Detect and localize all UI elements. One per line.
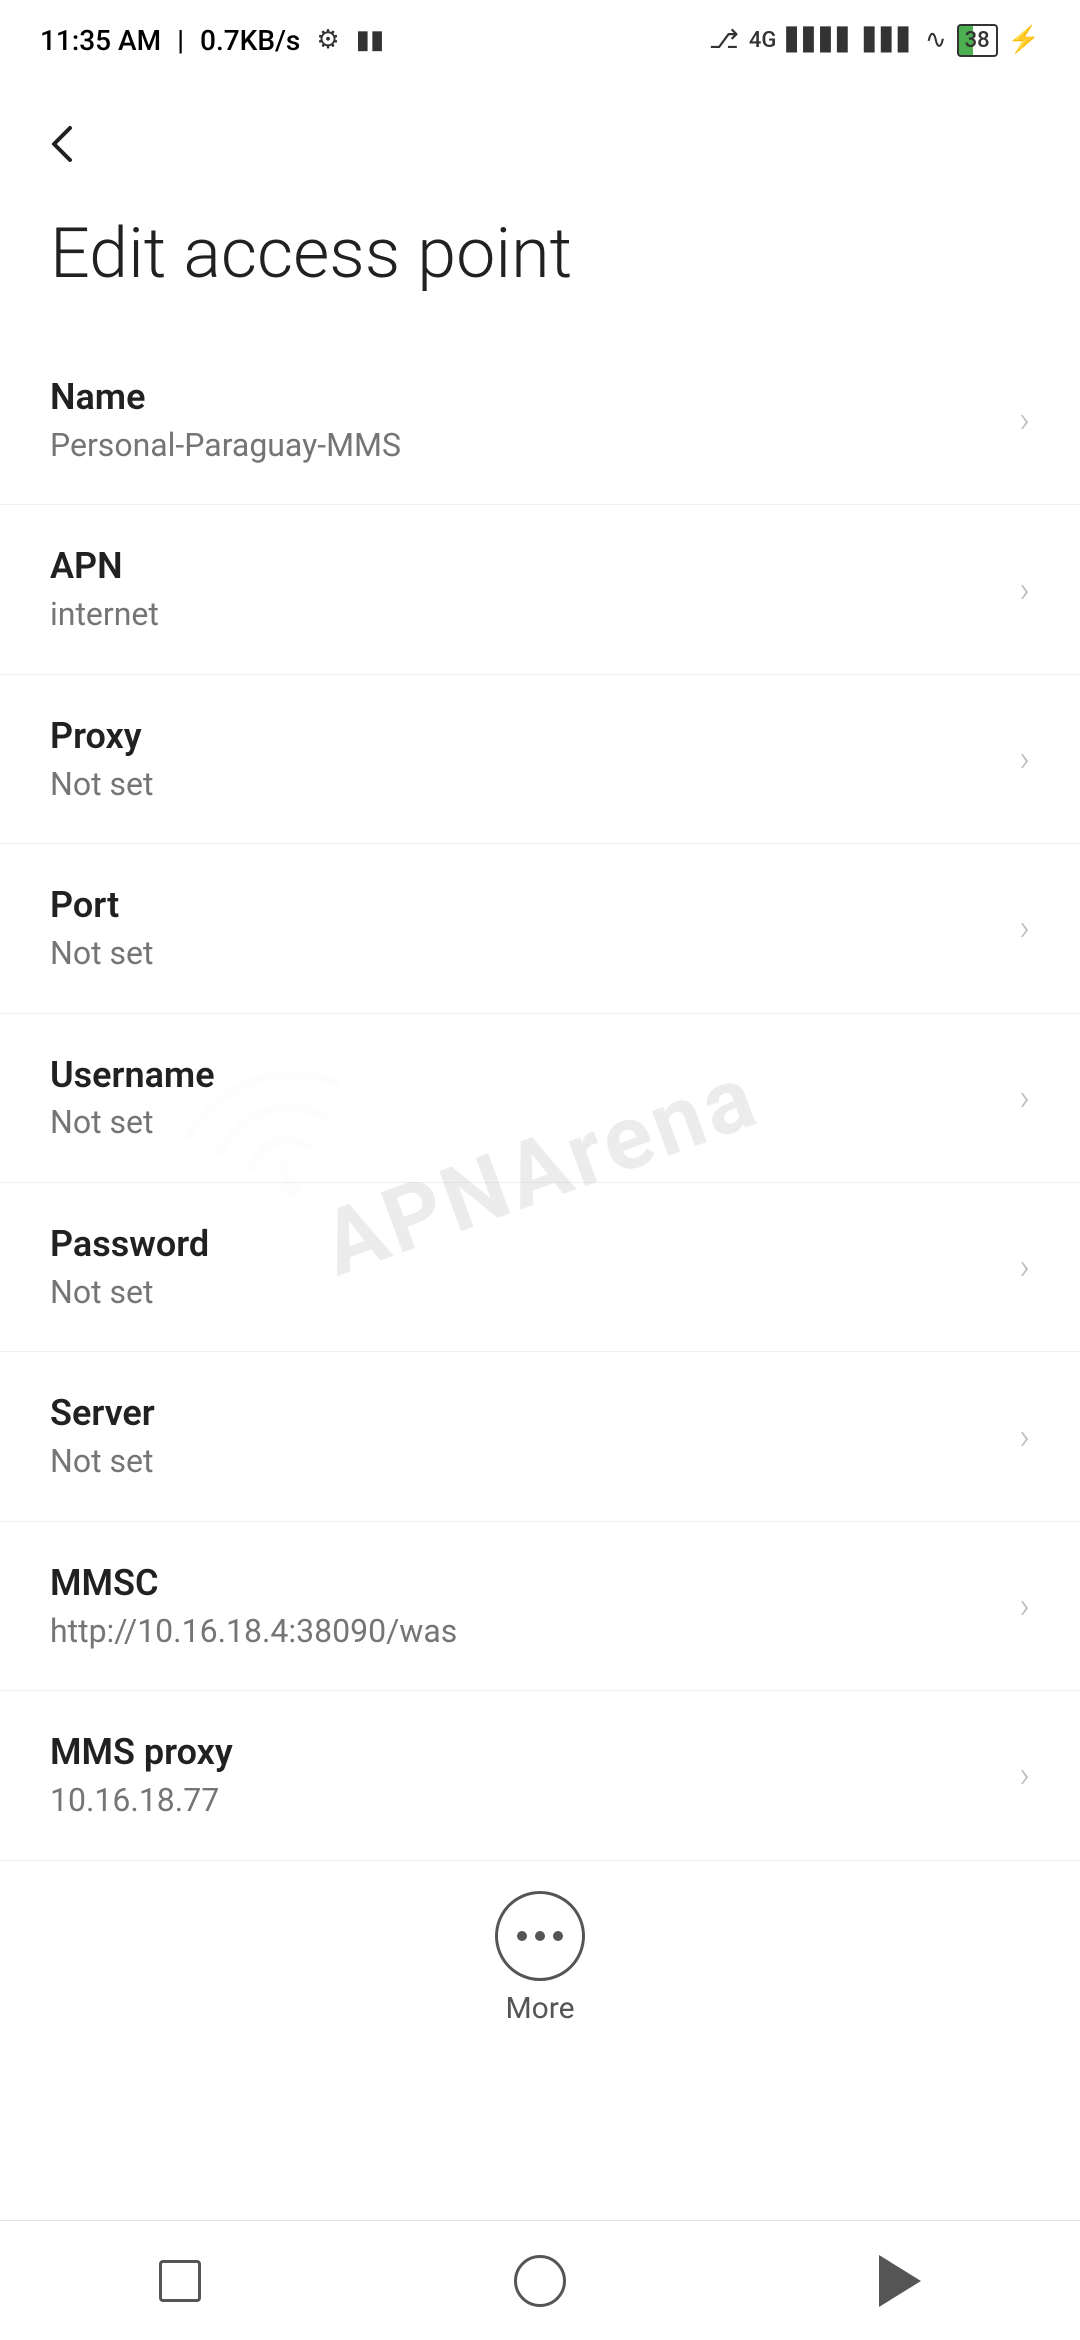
settings-list: Name Personal-Paraguay-MMS › APN interne… bbox=[0, 336, 1080, 1861]
nav-recents-button[interactable] bbox=[140, 2241, 220, 2321]
item-mms-proxy-text: MMS proxy 10.16.18.77 bbox=[50, 1729, 999, 1821]
settings-item-port[interactable]: Port Not set › bbox=[0, 844, 1080, 1013]
speed-separator: | bbox=[177, 24, 184, 57]
item-apn-text: APN internet bbox=[50, 543, 999, 635]
item-server-label: Server bbox=[50, 1390, 999, 1437]
recents-icon bbox=[159, 2260, 201, 2302]
settings-item-username[interactable]: Username Not set › bbox=[0, 1014, 1080, 1183]
dot-2 bbox=[535, 1931, 545, 1941]
settings-item-server[interactable]: Server Not set › bbox=[0, 1352, 1080, 1521]
nav-bar bbox=[0, 2220, 1080, 2340]
item-apn-value: internet bbox=[50, 594, 999, 636]
item-mms-proxy-value: 10.16.18.77 bbox=[50, 1780, 999, 1822]
item-username-value: Not set bbox=[50, 1102, 999, 1144]
network-4g-icon: 4G bbox=[749, 28, 777, 53]
page-title: Edit access point bbox=[0, 192, 1080, 336]
chevron-apn-icon: › bbox=[1019, 569, 1030, 611]
item-password-text: Password Not set bbox=[50, 1221, 999, 1313]
settings-item-mms-proxy[interactable]: MMS proxy 10.16.18.77 › bbox=[0, 1691, 1080, 1860]
settings-item-password[interactable]: Password Not set › bbox=[0, 1183, 1080, 1352]
item-proxy-value: Not set bbox=[50, 764, 999, 806]
signal-icon: ▋▋▋▋ bbox=[786, 28, 854, 53]
battery-indicator: 38 bbox=[957, 24, 998, 57]
item-mms-proxy-label: MMS proxy bbox=[50, 1729, 999, 1776]
item-password-label: Password bbox=[50, 1221, 999, 1268]
item-proxy-label: Proxy bbox=[50, 713, 999, 760]
item-username-label: Username bbox=[50, 1052, 999, 1099]
item-password-value: Not set bbox=[50, 1272, 999, 1314]
speed-label: 0.7KB/s bbox=[200, 24, 300, 57]
back-nav-icon bbox=[879, 2255, 921, 2307]
chevron-username-icon: › bbox=[1019, 1077, 1030, 1119]
settings-item-apn[interactable]: APN internet › bbox=[0, 505, 1080, 674]
chevron-port-icon: › bbox=[1019, 907, 1030, 949]
item-port-value: Not set bbox=[50, 933, 999, 975]
item-username-text: Username Not set bbox=[50, 1052, 999, 1144]
wifi-icon: ∿ bbox=[925, 25, 947, 55]
item-port-text: Port Not set bbox=[50, 882, 999, 974]
status-bar: 11:35 AM | 0.7KB/s ⚙ ▮▮ ⎇ 4G ▋▋▋▋ ▋▋▋ ∿ … bbox=[0, 0, 1080, 80]
item-port-label: Port bbox=[50, 882, 999, 929]
settings-item-name[interactable]: Name Personal-Paraguay-MMS › bbox=[0, 336, 1080, 505]
home-icon bbox=[514, 2255, 566, 2307]
settings-item-mmsc[interactable]: MMSC http://10.16.18.4:38090/was › bbox=[0, 1522, 1080, 1691]
item-mmsc-value: http://10.16.18.4:38090/was bbox=[50, 1611, 999, 1653]
item-mmsc-label: MMSC bbox=[50, 1560, 999, 1607]
item-server-text: Server Not set bbox=[50, 1390, 999, 1482]
dot-1 bbox=[517, 1931, 527, 1941]
chevron-proxy-icon: › bbox=[1019, 738, 1030, 780]
item-name-label: Name bbox=[50, 374, 999, 421]
signal2-icon: ▋▋▋ bbox=[864, 28, 915, 53]
charging-icon: ⚡ bbox=[1008, 25, 1040, 55]
nav-back-button[interactable] bbox=[860, 2241, 940, 2321]
more-button[interactable]: More bbox=[0, 1861, 1080, 2046]
chevron-mms-proxy-icon: › bbox=[1019, 1754, 1030, 1796]
back-arrow-icon bbox=[40, 120, 88, 168]
item-server-value: Not set bbox=[50, 1441, 999, 1483]
chevron-server-icon: › bbox=[1019, 1416, 1030, 1458]
item-proxy-text: Proxy Not set bbox=[50, 713, 999, 805]
chevron-name-icon: › bbox=[1019, 399, 1030, 441]
chevron-mmsc-icon: › bbox=[1019, 1585, 1030, 1627]
settings-item-proxy[interactable]: Proxy Not set › bbox=[0, 675, 1080, 844]
settings-icon: ⚙ bbox=[316, 25, 339, 55]
nav-home-button[interactable] bbox=[500, 2241, 580, 2321]
status-left: 11:35 AM | 0.7KB/s ⚙ ▮▮ bbox=[40, 24, 384, 57]
chevron-password-icon: › bbox=[1019, 1246, 1030, 1288]
video-icon: ▮▮ bbox=[356, 25, 385, 55]
item-name-value: Personal-Paraguay-MMS bbox=[50, 425, 999, 467]
more-circle-icon bbox=[495, 1891, 585, 1981]
time-label: 11:35 AM bbox=[40, 24, 161, 57]
status-right: ⎇ 4G ▋▋▋▋ ▋▋▋ ∿ 38 ⚡ bbox=[709, 24, 1040, 57]
item-name-text: Name Personal-Paraguay-MMS bbox=[50, 374, 999, 466]
item-mmsc-text: MMSC http://10.16.18.4:38090/was bbox=[50, 1560, 999, 1652]
dot-3 bbox=[553, 1931, 563, 1941]
bluetooth-icon: ⎇ bbox=[709, 25, 739, 55]
more-label: More bbox=[505, 1991, 574, 2026]
item-apn-label: APN bbox=[50, 543, 999, 590]
more-dots bbox=[517, 1931, 563, 1941]
back-button[interactable] bbox=[0, 80, 1080, 192]
